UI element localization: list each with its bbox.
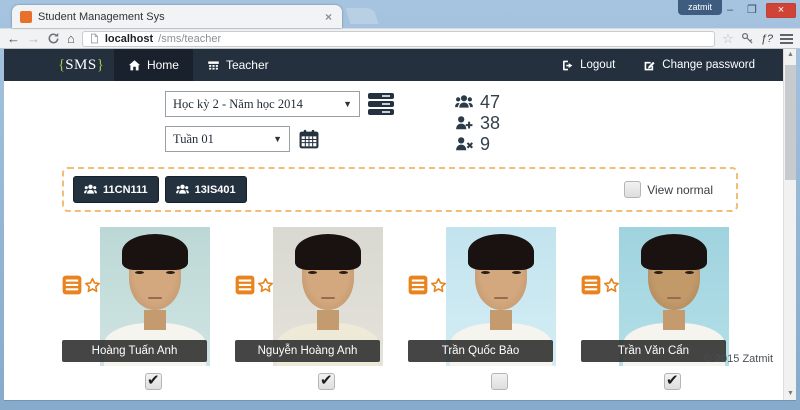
viewport: {SMS} Home Teacher Logout [4,49,796,400]
key-extension-icon[interactable] [741,32,754,45]
page-icon [89,33,100,44]
tab-close-icon[interactable]: × [323,10,334,24]
class-button-13IS401[interactable]: 13IS401 [165,176,247,203]
web-page: {SMS} Home Teacher Logout [4,49,783,400]
url-path: /sms/teacher [158,33,221,45]
user-times-icon [455,135,473,153]
student-name: Hoàng Tuấn Anh [62,340,207,362]
attendance-checkbox-row [62,373,735,390]
class-button-label: 11CN111 [103,184,148,196]
scroll-down-icon[interactable]: ▼ [784,388,797,400]
semester-list-icon[interactable] [368,93,394,115]
student-card: Trần Văn Cẩn [581,227,729,367]
attendance-checkbox[interactable] [145,373,162,390]
total-count: 47 [480,93,500,111]
menu-icon[interactable] [780,34,793,36]
browser-window: Student Management Sys × zatmit – ❐ × ← … [0,0,800,410]
nav-item-label: Home [147,58,179,72]
address-bar[interactable]: localhost/sms/teacher [82,31,715,47]
main-content: Học kỳ 2 - Năm học 2014 ▼ Tuần 01 ▼ [4,81,783,369]
detail-list-icon[interactable] [235,275,255,295]
chevron-down-icon: ▼ [343,99,352,109]
detail-list-icon[interactable] [581,275,601,295]
home-icon[interactable]: ⌂ [67,32,75,45]
edit-icon [643,59,656,72]
minimize-button[interactable]: – [719,3,741,18]
url-host: localhost [105,33,153,45]
fn-extension-icon[interactable]: ƒ? [761,33,773,45]
present-count: 38 [480,114,500,132]
logout-label: Logout [580,59,615,71]
maximize-button[interactable]: ❐ [741,3,763,18]
calendar-icon [207,59,220,72]
scroll-up-icon[interactable]: ▲ [784,49,797,61]
refresh-icon[interactable] [47,32,60,45]
site-favicon [20,11,32,23]
view-normal-toggle: View normal [624,181,713,198]
new-tab-button[interactable] [345,8,378,24]
semester-value: Học kỳ 2 - Năm học 2014 [173,97,303,112]
profile-badge[interactable]: zatmit [678,0,722,15]
user-plus-icon [455,114,473,132]
browser-tab[interactable]: Student Management Sys × [12,5,342,28]
class-button-label: 13IS401 [195,184,236,196]
star-icon[interactable] [603,277,620,294]
app-navbar: {SMS} Home Teacher Logout [4,49,783,81]
detail-list-icon[interactable] [62,275,82,295]
window-controls: – ❐ × [719,3,796,18]
student-card: Nguyễn Hoàng Anh [235,227,383,367]
copyright-text: © 2015 Zatmit [704,353,773,365]
bookmark-star-icon[interactable]: ☆ [722,31,734,47]
student-cards: Hoàng Tuấn Anh Nguyễn Hoàng Anh [62,227,735,367]
tab-strip: Student Management Sys × zatmit – ❐ × [0,0,800,28]
attendance-checkbox[interactable] [491,373,508,390]
star-icon[interactable] [84,277,101,294]
student-name: Trần Quốc Bảo [408,340,553,362]
browser-toolbar: ← → ⌂ localhost/sms/teacher ☆ ƒ? [0,28,800,49]
absent-count: 9 [480,135,490,153]
semester-select[interactable]: Học kỳ 2 - Năm học 2014 ▼ [165,91,360,117]
class-button-11CN111[interactable]: 11CN111 [73,176,159,203]
change-password-label: Change password [662,59,755,71]
nav-item-label: Teacher [226,58,269,72]
student-name: Nguyễn Hoàng Anh [235,340,380,362]
scrollbar[interactable]: ▲ ▼ [783,49,796,400]
chevron-down-icon: ▼ [273,134,282,144]
star-icon[interactable] [257,277,274,294]
users-icon [176,183,189,196]
logout-button[interactable]: Logout [547,49,629,81]
student-card: Hoàng Tuấn Anh [62,227,210,367]
star-icon[interactable] [430,277,447,294]
view-normal-label: View normal [647,183,713,197]
view-normal-checkbox[interactable] [624,181,641,198]
week-select[interactable]: Tuần 01 ▼ [165,126,290,152]
users-icon [455,93,473,111]
forward-icon: → [27,32,40,45]
home-icon [128,59,141,72]
sms-logo[interactable]: {SMS} [58,49,104,81]
filter-row: Học kỳ 2 - Năm học 2014 ▼ Tuần 01 ▼ [165,91,735,161]
week-value: Tuần 01 [173,132,214,147]
navbar-right: Logout Change password [547,49,769,81]
nav-item-home[interactable]: Home [114,49,193,81]
detail-list-icon[interactable] [408,275,428,295]
logout-icon [561,59,574,72]
student-card: Trần Quốc Bảo [408,227,556,367]
scrollbar-thumb[interactable] [785,65,796,180]
attendance-stats: 47 38 9 [455,91,500,161]
tab-title: Student Management Sys [38,11,323,23]
attendance-checkbox[interactable] [318,373,335,390]
back-icon[interactable]: ← [7,32,20,45]
users-icon [84,183,97,196]
attendance-checkbox[interactable] [664,373,681,390]
calendar-picker-icon[interactable] [298,129,320,150]
change-password-button[interactable]: Change password [629,49,769,81]
class-panel: 11CN111 13IS401 View normal [62,167,738,212]
close-button[interactable]: × [766,3,796,18]
nav-item-teacher[interactable]: Teacher [193,49,283,81]
